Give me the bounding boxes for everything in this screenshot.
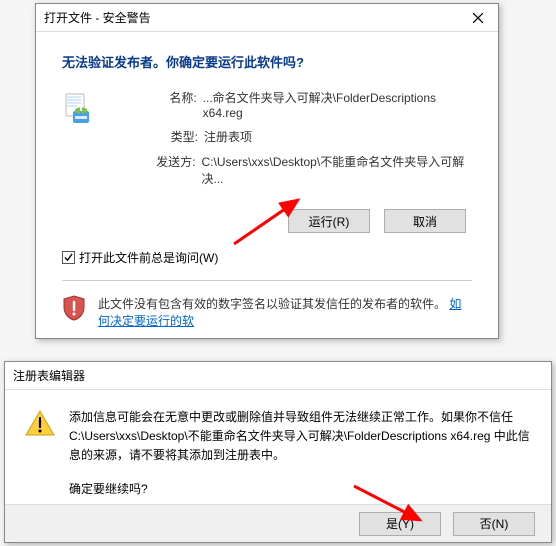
from-value: C:\Users\xxs\Desktop\不能重命名文件夹导入可解决... xyxy=(202,153,473,187)
dialog-content: 无法验证发布者。你确定要运行此软件吗? 名称:...命名文件夹导入可解决\Fol… xyxy=(36,32,498,343)
close-button[interactable] xyxy=(458,4,498,32)
yes-button[interactable]: 是(Y) xyxy=(359,512,441,536)
registry-editor-dialog: 注册表编辑器 添加信息可能会在无意中更改或删除值并导致组件无法继续正常工作。如果… xyxy=(4,361,552,543)
name-value: ...命名文件夹导入可解决\FolderDescriptions x64.reg xyxy=(203,89,472,120)
warning-icon xyxy=(25,410,55,436)
dialog-footer: 是(Y) 否(N) xyxy=(5,504,551,542)
no-button[interactable]: 否(N) xyxy=(453,512,535,536)
message-confirm: 确定要继续吗? xyxy=(69,480,531,499)
close-icon xyxy=(473,13,483,23)
file-info: 名称:...命名文件夹导入可解决\FolderDescriptions x64.… xyxy=(148,89,472,195)
file-icon xyxy=(62,93,96,127)
type-label: 类型: xyxy=(148,128,204,145)
warning-text-block: 此文件没有包含有效的数字签名以验证其发信任的发布者的软件。 如何决定要运行的软 xyxy=(98,295,472,329)
titlebar: 注册表编辑器 xyxy=(5,362,551,390)
message-body: 添加信息可能会在无意中更改或删除值并导致组件无法继续正常工作。如果你不信任 C:… xyxy=(69,408,531,466)
warning-text: 此文件没有包含有效的数字签名以验证其发信任的发布者的软件。 xyxy=(98,297,446,311)
dialog-title: 打开文件 - 安全警告 xyxy=(44,9,458,26)
heading: 无法验证发布者。你确定要运行此软件吗? xyxy=(62,52,472,71)
type-value: 注册表项 xyxy=(204,128,252,145)
message: 添加信息可能会在无意中更改或删除值并导致组件无法继续正常工作。如果你不信任 C:… xyxy=(69,408,531,499)
divider xyxy=(62,280,472,281)
open-file-security-warning-dialog: 打开文件 - 安全警告 无法验证发布者。你确定要运行此软件吗? xyxy=(35,3,499,339)
checkbox-icon xyxy=(62,251,75,264)
checkbox-label: 打开此文件前总是询问(W) xyxy=(79,249,218,266)
cancel-button[interactable]: 取消 xyxy=(384,209,466,233)
titlebar: 打开文件 - 安全警告 xyxy=(36,4,498,32)
name-label: 名称: xyxy=(148,89,203,120)
always-ask-checkbox[interactable]: 打开此文件前总是询问(W) xyxy=(62,249,472,266)
dialog-title: 注册表编辑器 xyxy=(13,367,551,384)
from-label: 发送方: xyxy=(148,153,202,187)
run-button[interactable]: 运行(R) xyxy=(288,209,370,233)
shield-icon xyxy=(62,295,86,321)
